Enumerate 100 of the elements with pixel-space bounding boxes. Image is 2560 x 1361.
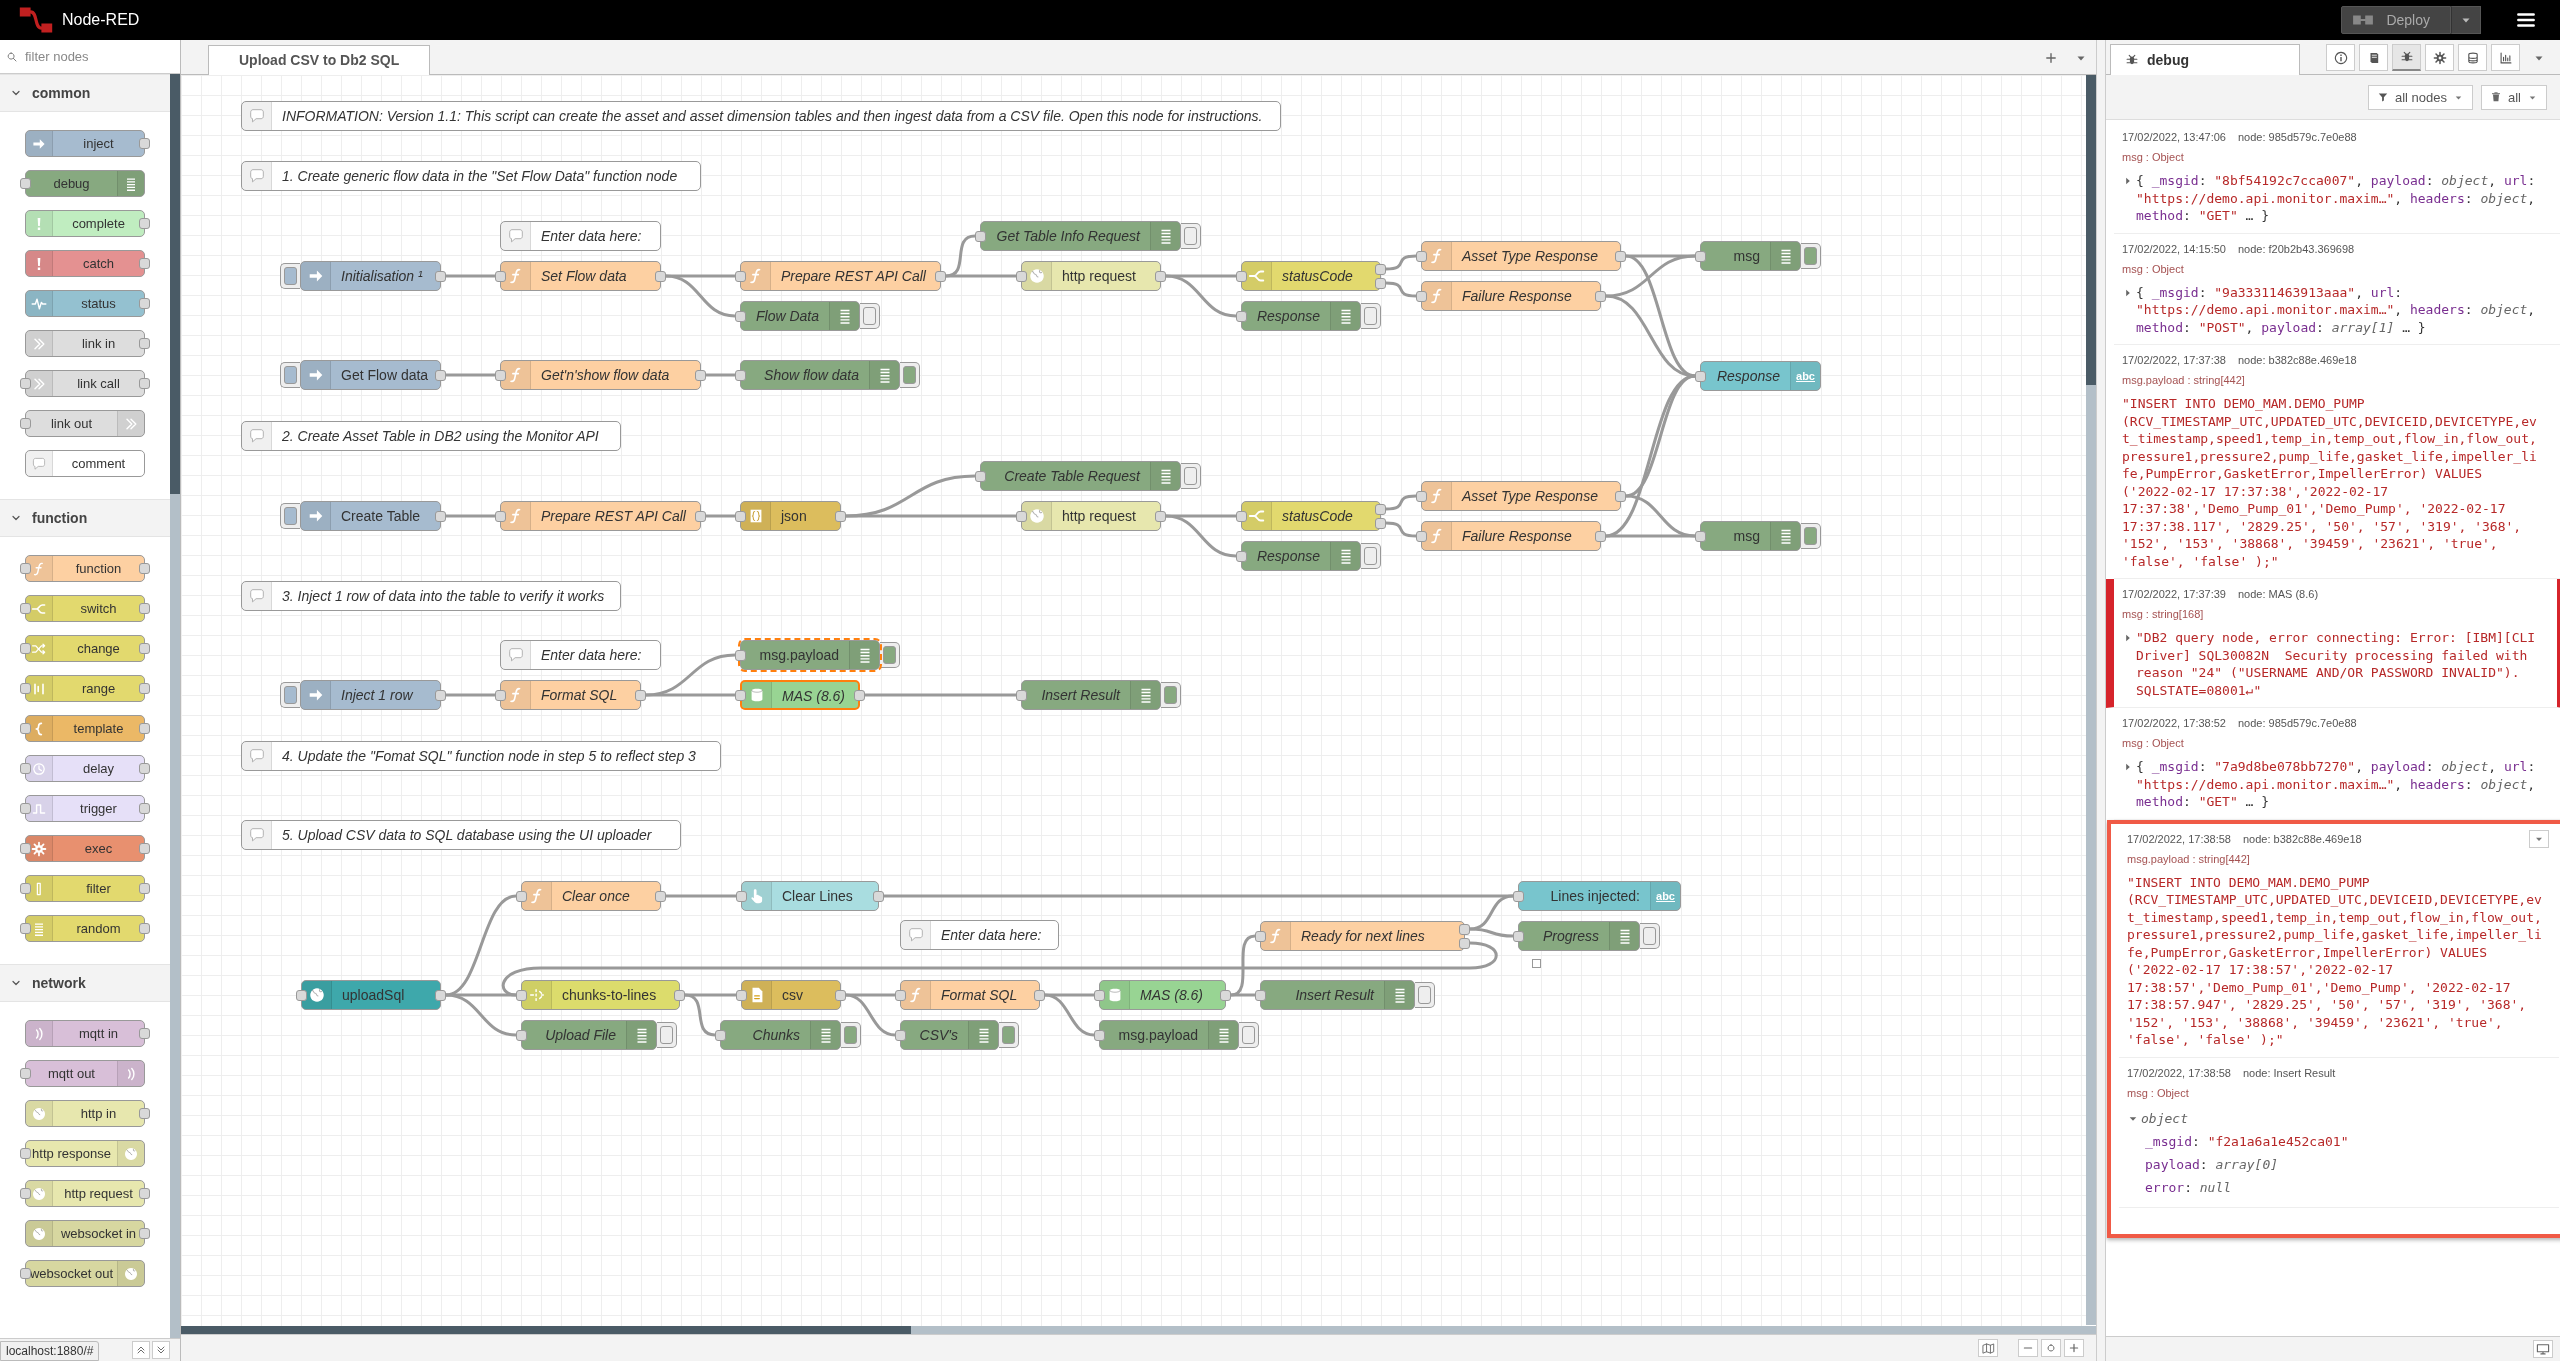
clear-dropdown[interactable]: all — [2481, 84, 2547, 110]
category-header[interactable]: network — [0, 964, 170, 1002]
palette-node[interactable]: link call — [25, 370, 145, 397]
flow-node[interactable]: json — [740, 500, 841, 531]
flow-node[interactable]: chunks-to-lines — [521, 979, 680, 1010]
flow-node[interactable]: Insert Result — [1260, 979, 1415, 1010]
flow-node[interactable]: Flow Data — [740, 300, 860, 331]
note-node[interactable]: 1. Create generic flow data in the "Set Flow Data" function node — [241, 160, 701, 191]
note-node[interactable]: 5. Upload CSV data to SQL database using the UI uploader — [241, 819, 681, 850]
flow-node[interactable]: Create Table Request — [980, 460, 1181, 491]
palette-node[interactable]: websocket in — [25, 1220, 145, 1247]
flow-node[interactable]: Insert Result — [1021, 679, 1161, 710]
flow-node[interactable]: Response — [1241, 300, 1361, 331]
note-node[interactable]: 4. Update the "Fomat SQL" function node in step 5 to reflect step 3 — [241, 740, 721, 771]
palette-node[interactable]: link out — [25, 410, 145, 437]
flow-node[interactable]: Lines injected: abc — [1518, 880, 1681, 911]
palette-node[interactable]: debug — [25, 170, 145, 197]
message-source[interactable]: node: f20b2b43.369698 — [2238, 242, 2355, 255]
flow-node[interactable]: Get Table Info Request — [980, 220, 1181, 251]
palette-node[interactable]: delay — [25, 755, 145, 782]
sidebar-tab[interactable]: debug — [2110, 44, 2300, 75]
flow-node[interactable]: Set Flow data — [500, 260, 661, 291]
flow-node[interactable]: msg — [1700, 240, 1801, 271]
palette-node[interactable]: catch — [25, 250, 145, 277]
flow-node[interactable]: Initialisation ¹ — [300, 260, 441, 291]
note-node[interactable]: INFORMATION: Version 1.1: This script can create the asset and asset dimension tables and then ingest data from a CSV file. Open this node for instructions. — [241, 100, 1281, 131]
flow-node[interactable]: Inject 1 row — [300, 679, 441, 710]
palette-node[interactable]: range — [25, 675, 145, 702]
flow-node[interactable]: http request — [1021, 260, 1161, 291]
tree-label[interactable]: object — [2141, 1111, 2188, 1126]
palette-node[interactable]: switch — [25, 595, 145, 622]
palette-node[interactable]: mqtt in — [25, 1020, 145, 1047]
flow-tab[interactable]: Upload CSV to Db2 SQL — [208, 44, 431, 75]
palette-node[interactable]: trigger — [25, 795, 145, 822]
note-node[interactable]: 3. Inject 1 row of data into the table to verify it works — [241, 580, 621, 611]
search-field[interactable]: filter nodes — [23, 48, 177, 65]
palette-node[interactable]: random — [25, 915, 145, 942]
category-header[interactable]: function — [0, 499, 170, 537]
flow-node[interactable]: Ready for next lines — [1260, 920, 1465, 951]
flow-node[interactable]: msg — [1700, 520, 1801, 551]
palette-node[interactable]: inject — [25, 130, 145, 157]
note-node[interactable]: Enter data here: — [900, 919, 1059, 950]
flow-node[interactable]: MAS (8.6) — [1099, 979, 1226, 1010]
message-source[interactable]: node: b382c88e.469e18 — [2243, 832, 2362, 845]
flow-node[interactable]: msg.payload — [1099, 1019, 1239, 1050]
flow-node[interactable]: Asset Type Response — [1421, 240, 1621, 271]
flow-node[interactable]: Progress — [1518, 920, 1640, 951]
flow-node[interactable]: Failure Response — [1421, 280, 1601, 311]
flow-node[interactable]: Response — [1241, 540, 1361, 571]
flow-node[interactable]: msg.payload — [740, 639, 880, 670]
property-row-text: error: null — [2144, 1178, 2233, 1197]
note-node[interactable]: Enter data here: — [500, 639, 661, 670]
note-node[interactable]: 2. Create Asset Table in DB2 using the Monitor API — [241, 420, 621, 451]
flow-node[interactable]: Create Table — [300, 500, 441, 531]
flow-node[interactable]: statusCode — [1241, 500, 1381, 531]
category-header[interactable]: common — [0, 74, 170, 112]
flow-node[interactable]: Response abc — [1700, 360, 1821, 391]
palette-node[interactable]: websocket out — [25, 1260, 145, 1287]
palette-node[interactable]: link in — [25, 330, 145, 357]
palette-node[interactable]: complete — [25, 210, 145, 237]
message-source[interactable]: node: Insert Result — [2243, 1066, 2336, 1079]
palette-node[interactable]: status — [25, 290, 145, 317]
flow-node[interactable]: csv — [741, 979, 841, 1010]
message-source[interactable]: node: b382c88e.469e18 — [2238, 354, 2357, 366]
flow-node[interactable]: Format SQL — [900, 979, 1040, 1010]
url-tooltip: localhost:1880/# — [0, 1341, 100, 1361]
flow-node[interactable]: CSV's — [900, 1019, 999, 1050]
flow-node[interactable]: Asset Type Response — [1421, 480, 1621, 511]
message-value: { _msgid: "7a9d8be078bb7270", payload: object, url: "https://demo.api.monitor.maxim…", headers: object, method: "GET" … } — [2136, 758, 2537, 811]
deploy-button[interactable]: Deploy — [2341, 6, 2451, 34]
flow-node[interactable]: Failure Response — [1421, 520, 1601, 551]
flow-node[interactable]: Clear once — [521, 880, 661, 911]
flow-node[interactable]: Get'n'show flow data — [500, 359, 701, 390]
flow-node[interactable]: Upload File — [521, 1019, 657, 1050]
palette-node[interactable]: exec — [25, 835, 145, 862]
flow-node[interactable]: http request — [1021, 500, 1161, 531]
flow-node[interactable]: uploadSql — [301, 979, 441, 1010]
palette-node[interactable]: filter — [25, 875, 145, 902]
flow-node[interactable]: Format SQL — [500, 679, 641, 710]
flow-node[interactable]: Clear Lines — [741, 880, 879, 911]
palette-node[interactable]: comment — [25, 450, 145, 477]
flow-node[interactable]: Show flow data — [740, 359, 900, 390]
flow-node[interactable]: Prepare REST API Call — [500, 500, 701, 531]
flow-node[interactable]: MAS (8.6) — [740, 679, 860, 710]
palette-node[interactable]: http response — [25, 1140, 145, 1167]
message-source[interactable]: node: 985d579c.7e0e88 — [2238, 717, 2357, 729]
flow-node[interactable]: Chunks — [720, 1019, 841, 1050]
palette-node[interactable]: function — [25, 555, 145, 582]
palette-node[interactable]: change — [25, 635, 145, 662]
palette-node[interactable]: http request — [25, 1180, 145, 1207]
palette-node[interactable]: template — [25, 715, 145, 742]
node-scope-dropdown[interactable]: all nodes — [2367, 84, 2473, 110]
palette-node[interactable]: http in — [25, 1100, 145, 1127]
message-source[interactable]: node: MAS (8.6) — [2238, 588, 2319, 600]
palette-node[interactable]: mqtt out — [25, 1060, 145, 1087]
flow-node[interactable]: Prepare REST API Call — [740, 260, 941, 291]
flow-node[interactable]: Get Flow data — [300, 359, 441, 390]
message-source[interactable]: node: 985d579c.7e0e88 — [2238, 131, 2357, 143]
flow-node[interactable]: statusCode — [1241, 260, 1381, 291]
note-node[interactable]: Enter data here: — [500, 220, 661, 251]
